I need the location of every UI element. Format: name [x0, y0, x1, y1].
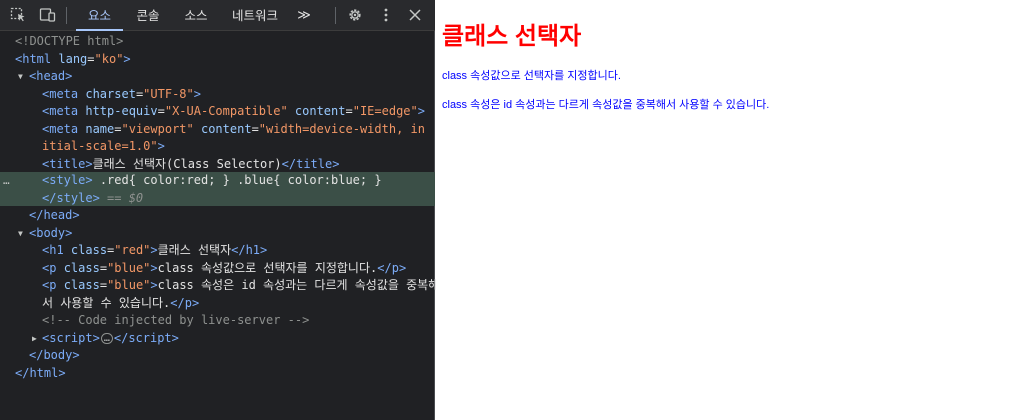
attr-value: "red"	[114, 243, 151, 257]
devtools-toolbar: 요소 콘솔 소스 네트워크 ≫	[0, 0, 435, 31]
tag-name: script	[128, 330, 172, 345]
dom-node-head-close[interactable]: </head>	[0, 207, 435, 225]
tag-name: h1	[49, 243, 64, 257]
node-text: 클래스 선택자	[157, 243, 232, 257]
dom-node-meta-charset[interactable]: <meta charset="UTF-8">	[0, 86, 435, 104]
dom-node-meta-viewport[interactable]: <meta name="viewport" content="width=dev…	[0, 121, 435, 139]
settings-icon[interactable]	[344, 5, 366, 25]
node-text: 서 사용할 수 있습니다.	[42, 295, 171, 310]
attr-name: class	[63, 260, 100, 275]
collapse-arrow-icon[interactable]: ▶	[32, 330, 37, 348]
attr-name: content	[200, 121, 252, 136]
dom-node-style-selected[interactable]: … <style> .red{ color:red; } .blue{ colo…	[0, 172, 435, 206]
rendered-page: 클래스 선택자 class 속성값으로 선택자를 지정합니다. class 속성…	[436, 0, 1029, 420]
close-icon[interactable]	[404, 5, 426, 25]
toolbar-separator	[66, 7, 67, 24]
inspect-icon[interactable]	[7, 5, 29, 25]
tab-sources[interactable]: 소스	[174, 0, 218, 31]
dom-node-title[interactable]: <title>클래스 선택자(Class Selector)</title>	[0, 156, 435, 174]
dom-node-p2[interactable]: <p class="blue">class 속성은 id 속성과는 다르게 속성…	[0, 277, 439, 295]
attr-value: "viewport"	[121, 121, 194, 136]
attr-value: "X-UA-Compatible"	[164, 104, 288, 118]
title-text: 클래스 선택자(Class Selector)	[92, 156, 282, 171]
dom-node-body-close[interactable]: </body>	[0, 347, 435, 365]
paragraph-2: class 속성은 id 속성과는 다르게 속성값을 중복해서 사용할 수 있습…	[442, 99, 770, 111]
tag-name: title	[49, 156, 86, 171]
tag-name: body	[36, 225, 66, 240]
tag-name: h1	[245, 243, 261, 257]
attr-value: itial-scale=1.0"	[42, 139, 158, 153]
dom-node-meta-http-equiv[interactable]: <meta http-equiv="X-UA-Compatible" conte…	[0, 103, 435, 121]
tag-name: style	[49, 173, 86, 187]
dom-node-meta-viewport-wrap[interactable]: itial-scale=1.0">	[0, 138, 435, 156]
attr-name: class	[70, 243, 108, 257]
dom-tree: <!DOCTYPE html> <html lang="ko"> ▼ <head>…	[0, 31, 439, 420]
device-toggle-icon[interactable]	[36, 5, 58, 25]
tag-name: p	[184, 295, 192, 310]
attr-value: "blue"	[107, 278, 151, 292]
dom-node-comment[interactable]: <!-- Code injected by live-server -->	[0, 312, 435, 330]
expand-arrow-icon[interactable]: ▼	[18, 225, 23, 243]
tab-console[interactable]: 콘솔	[126, 0, 170, 31]
dom-node-html[interactable]: <html lang="ko">	[0, 51, 435, 69]
tag-name: title	[296, 156, 333, 171]
tag-name: style	[56, 190, 93, 205]
more-options-icon[interactable]	[375, 5, 397, 25]
attr-name: class	[63, 278, 100, 292]
devtools-panel: 요소 콘솔 소스 네트워크 ≫ <!DOCTYPE html> <html la…	[0, 0, 439, 420]
tag-name: body	[43, 348, 73, 362]
tag-name: html	[29, 365, 59, 380]
dom-node-head[interactable]: ▼ <head>	[0, 68, 435, 86]
collapsed-content-ellipsis[interactable]: …	[100, 332, 113, 344]
selected-node-reference: == $0	[99, 190, 144, 205]
tab-network[interactable]: 네트워크	[224, 0, 286, 31]
attr-value: "IE=edge"	[352, 104, 418, 118]
dom-node-doctype[interactable]: <!DOCTYPE html>	[0, 33, 435, 51]
attr-value: "width=device-width, in	[258, 121, 425, 136]
tag-name: head	[36, 69, 66, 83]
attr-name: charset	[85, 86, 136, 101]
attr-name: lang	[58, 51, 88, 66]
attr-value: "ko"	[94, 51, 124, 66]
tag-name: script	[49, 330, 93, 345]
dom-node-body[interactable]: ▼ <body>	[0, 225, 435, 243]
attr-name: content	[294, 104, 346, 118]
tag-name: p	[49, 278, 57, 292]
attr-name: http-equiv	[85, 104, 158, 118]
tag-name: head	[43, 208, 73, 222]
tag-name: p	[391, 260, 399, 275]
tab-elements[interactable]: 요소	[76, 0, 123, 31]
style-text: .red{ color:red; } .blue{ color:blue; }	[92, 173, 389, 187]
dom-node-script[interactable]: ▶ <script>… </script>	[0, 330, 435, 348]
node-text: class 속성은 id 속성과는 다르게 속성값을 중복해	[157, 278, 440, 292]
toolbar-separator	[335, 7, 336, 24]
attr-name: name	[85, 121, 115, 136]
node-text: class 속성값으로 선택자를 지정합니다.	[157, 260, 378, 275]
page-heading: 클래스 선택자	[442, 23, 582, 50]
expand-arrow-icon[interactable]: ▼	[18, 68, 23, 86]
dom-node-h1[interactable]: <h1 class="red">클래스 선택자</h1>	[0, 242, 435, 260]
tag-name: p	[49, 260, 57, 275]
doctype-text: <!DOCTYPE html>	[15, 34, 124, 48]
selected-node-marker[interactable]: …	[3, 172, 10, 190]
attr-value: "UTF-8"	[143, 86, 194, 101]
attr-value: "blue"	[107, 260, 151, 275]
paragraph-1: class 속성값으로 선택자를 지정합니다.	[442, 70, 621, 82]
comment-text: <!-- Code injected by live-server -->	[42, 313, 310, 327]
dom-node-html-close[interactable]: </html>	[0, 365, 435, 383]
tag-name: html	[22, 51, 52, 66]
more-tabs-button[interactable]: ≫	[292, 0, 316, 31]
dom-node-p2-wrap[interactable]: 서 사용할 수 있습니다.</p>	[0, 295, 435, 313]
dom-node-p1[interactable]: <p class="blue">class 속성값으로 선택자를 지정합니다.<…	[0, 260, 435, 278]
